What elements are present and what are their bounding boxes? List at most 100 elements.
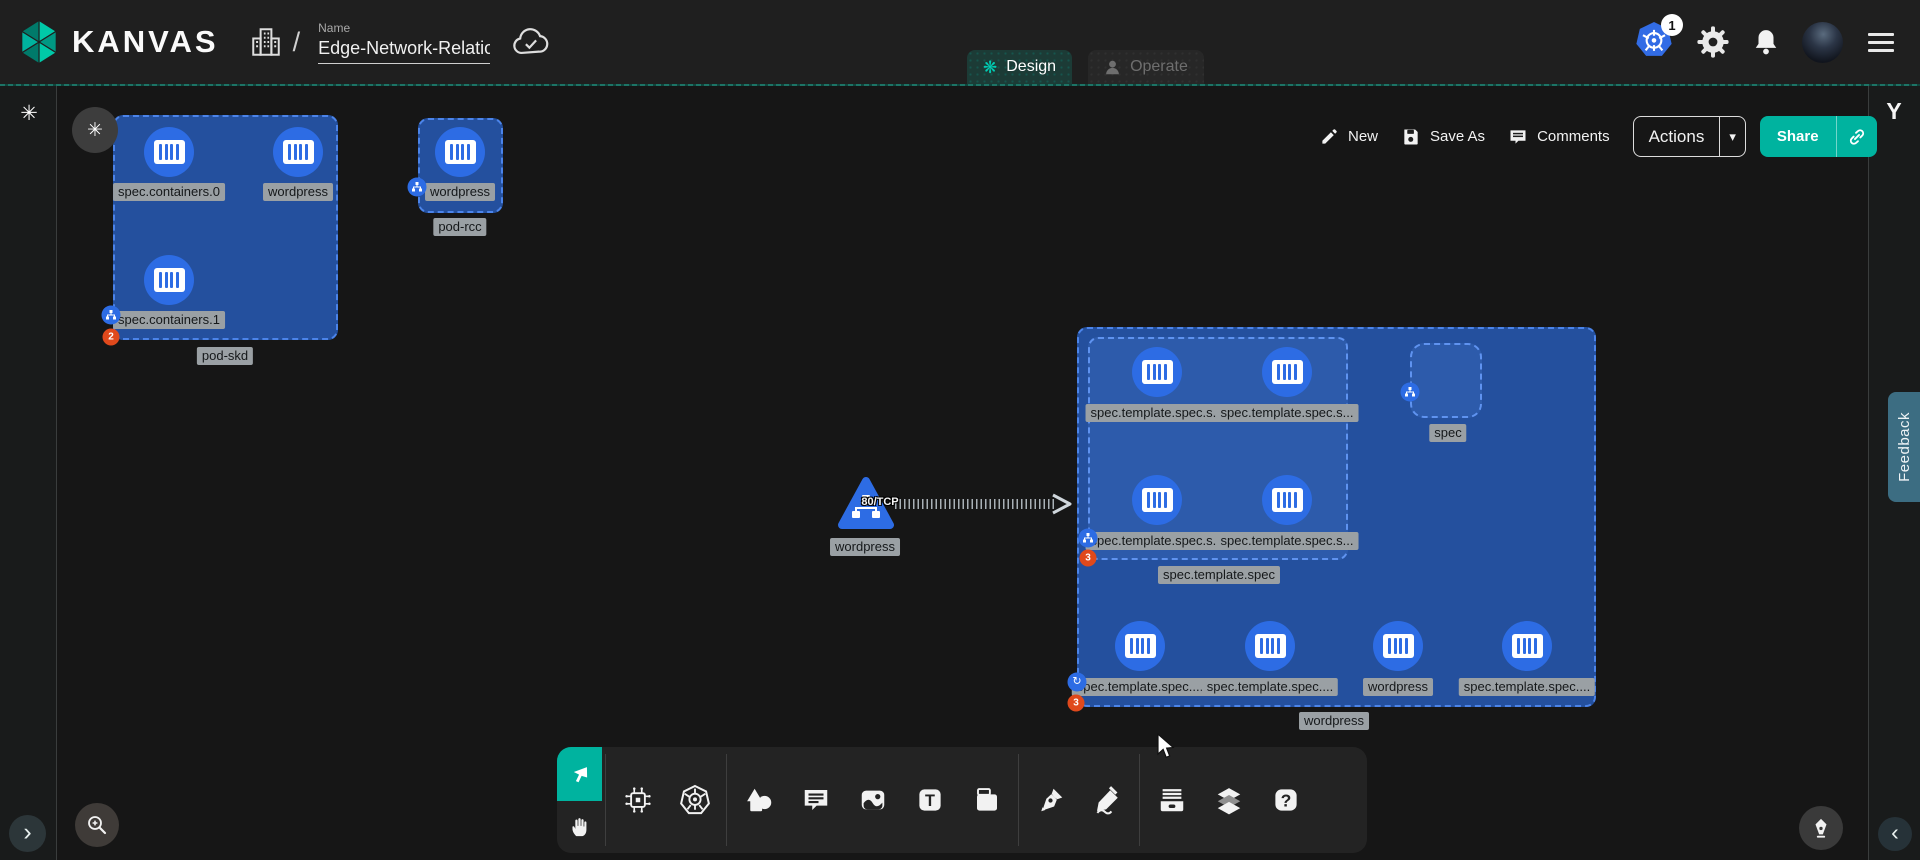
help-tool-button[interactable]: ? xyxy=(1257,747,1314,853)
kubernetes-context-button[interactable]: 1 xyxy=(1633,21,1675,63)
loading-spinner-icon: ✳ xyxy=(16,100,42,126)
canvas-top-border xyxy=(0,84,1920,86)
issue-count-badge[interactable]: 2 xyxy=(103,329,120,346)
archive-tool-button[interactable] xyxy=(1143,747,1200,853)
tab-operate[interactable]: Operate xyxy=(1088,50,1204,84)
kubernetes-wheel-icon xyxy=(679,784,711,816)
container-node-wordpress-rcc[interactable] xyxy=(435,127,485,177)
pod-type-badge[interactable] xyxy=(1401,383,1420,402)
container-node-spec-containers-1[interactable] xyxy=(144,255,194,305)
container-node[interactable] xyxy=(1132,347,1182,397)
design-tab-label: Design xyxy=(1006,58,1056,76)
kubernetes-tool-button[interactable] xyxy=(666,747,723,853)
issue-count-badge[interactable]: 3 xyxy=(1080,550,1097,567)
node-label: spec.template.spec.s... xyxy=(1086,404,1229,422)
text-icon: T xyxy=(915,785,945,815)
group-label: pod-rcc xyxy=(433,218,486,236)
toolbar-divider xyxy=(605,754,606,846)
node-label: spec.template.spec.s... xyxy=(1086,532,1229,550)
actions-button[interactable]: Actions xyxy=(1634,117,1720,156)
save-as-label: Save As xyxy=(1430,128,1485,145)
comments-label: Comments xyxy=(1537,128,1610,145)
actions-dropdown-toggle[interactable]: ▾ xyxy=(1719,117,1745,156)
container-node[interactable] xyxy=(1502,621,1552,671)
right-panel-toggle-icon[interactable]: Y xyxy=(1879,96,1909,126)
collapse-right-panel-button[interactable]: ‹ xyxy=(1878,817,1912,851)
design-tab-icon: ❋ xyxy=(983,59,997,76)
components-tool-button[interactable] xyxy=(609,747,666,853)
drawer-archive-icon xyxy=(1157,785,1187,815)
note-tool-button[interactable] xyxy=(958,747,1015,853)
design-name-input[interactable] xyxy=(318,37,490,64)
freehand-pencil-icon xyxy=(1093,785,1123,815)
select-tool-button[interactable] xyxy=(557,747,602,801)
actions-split-button: Actions ▾ xyxy=(1633,116,1746,157)
user-avatar[interactable] xyxy=(1802,22,1843,63)
copy-link-button[interactable] xyxy=(1836,116,1877,157)
new-button[interactable]: New xyxy=(1320,127,1378,146)
freehand-draw-tool-button[interactable] xyxy=(1079,747,1136,853)
toolbar-divider xyxy=(1139,754,1140,846)
container-icon xyxy=(283,140,314,164)
header-right: 1 xyxy=(1633,0,1898,84)
pod-type-badge[interactable] xyxy=(1079,529,1098,548)
service-edge[interactable] xyxy=(895,499,1057,509)
container-node-wordpress[interactable] xyxy=(273,127,323,177)
comments-icon xyxy=(1508,127,1528,147)
image-icon xyxy=(858,785,888,815)
settings-gear-icon[interactable] xyxy=(1696,25,1730,59)
spec-node[interactable] xyxy=(1410,343,1482,418)
container-icon xyxy=(445,140,476,164)
edge-arrowhead-icon xyxy=(1050,493,1074,515)
kanvas-app: KANVAS / Name ❋ Desig xyxy=(0,0,1920,860)
comments-button[interactable]: Comments xyxy=(1508,127,1610,147)
image-tool-button[interactable] xyxy=(844,747,901,853)
container-node-spec-containers-0[interactable] xyxy=(144,127,194,177)
mouse-cursor xyxy=(1152,733,1178,761)
deployment-type-badge[interactable]: ↻ xyxy=(1068,673,1087,692)
name-field-label: Name xyxy=(318,21,490,35)
save-as-button[interactable]: Save As xyxy=(1401,127,1485,147)
expand-left-panel-button[interactable]: › xyxy=(9,815,46,852)
node-label: wordpress xyxy=(830,538,900,556)
comment-tool-button[interactable] xyxy=(787,747,844,853)
save-icon xyxy=(1401,127,1421,147)
container-node[interactable] xyxy=(1132,475,1182,525)
group-label: pod-skd xyxy=(197,347,253,365)
container-icon xyxy=(154,140,185,164)
pen-path-tool-button[interactable] xyxy=(1022,747,1079,853)
shapes-tool-button[interactable] xyxy=(730,747,787,853)
tab-design[interactable]: ❋ Design xyxy=(967,50,1072,84)
cluster-node-button[interactable]: ✳ xyxy=(72,107,118,153)
notifications-bell-icon[interactable] xyxy=(1751,26,1781,58)
zoom-control-button[interactable] xyxy=(75,803,119,847)
pod-type-badge[interactable] xyxy=(102,306,121,325)
share-button[interactable]: Share xyxy=(1760,116,1836,157)
app-header: KANVAS / Name ❋ Desig xyxy=(0,0,1920,84)
container-node[interactable] xyxy=(1245,621,1295,671)
svg-text:?: ? xyxy=(1280,790,1291,810)
issue-count-badge[interactable]: 3 xyxy=(1068,695,1085,712)
cursor-select-icon xyxy=(569,764,590,785)
toolbar-divider xyxy=(726,754,727,846)
organization-icon[interactable] xyxy=(249,24,283,60)
design-name-block: Name xyxy=(318,21,490,64)
container-node[interactable] xyxy=(1262,347,1312,397)
node-label: wordpress xyxy=(425,183,495,201)
menu-hamburger-icon[interactable] xyxy=(1864,29,1898,56)
layers-tool-button[interactable] xyxy=(1200,747,1257,853)
container-icon xyxy=(1272,360,1303,384)
node-label: spec.template.spec.... xyxy=(1202,678,1338,696)
feedback-tab[interactable]: Feedback xyxy=(1888,392,1920,502)
container-node[interactable] xyxy=(1115,621,1165,671)
container-node[interactable] xyxy=(1373,621,1423,671)
pen-mode-button[interactable] xyxy=(1799,806,1843,850)
pod-type-badge[interactable] xyxy=(408,178,427,197)
text-tool-button[interactable]: T xyxy=(901,747,958,853)
brand-wordmark: KANVAS xyxy=(72,24,219,60)
container-icon xyxy=(1272,488,1303,512)
kanvas-logo-icon[interactable] xyxy=(16,17,62,67)
feedback-label: Feedback xyxy=(1896,412,1913,482)
container-node[interactable] xyxy=(1262,475,1312,525)
pan-tool-button[interactable] xyxy=(557,801,602,853)
